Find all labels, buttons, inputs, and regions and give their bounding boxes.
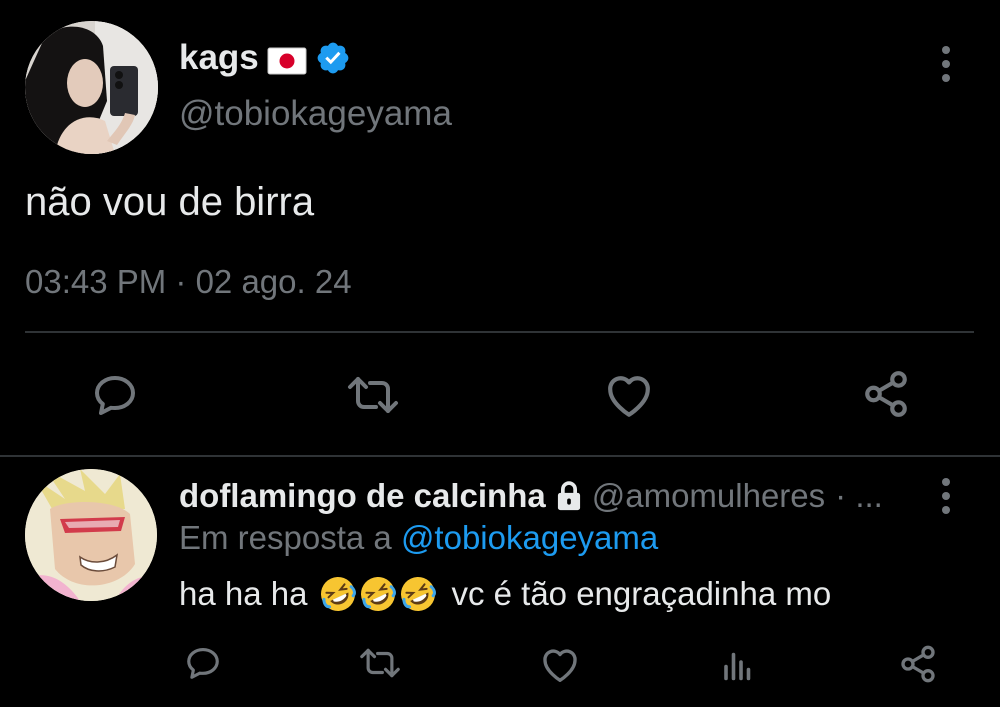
tweet-more-menu-icon[interactable]	[940, 46, 952, 82]
reply-icon[interactable]	[90, 370, 140, 420]
author-name-row[interactable]: kags	[179, 38, 351, 78]
verified-badge-icon	[315, 40, 351, 76]
divider	[25, 331, 974, 333]
tweet-detail-screen: kags @tobiokageyama não vou de birra 03:…	[0, 0, 1000, 707]
rofl-emoji	[399, 575, 437, 613]
tweet-timestamp[interactable]: 03:43 PM · 02 ago. 24	[25, 263, 352, 301]
replying-to-line: Em resposta a @tobiokageyama	[179, 519, 658, 557]
author-avatar[interactable]	[25, 21, 158, 154]
reply-author-handle[interactable]: @amomulheres	[592, 477, 825, 515]
reply-header-row: doflamingo de calcinha @amomulheres · ..…	[179, 477, 883, 515]
reply-meta-separator: · ...	[835, 477, 883, 514]
analytics-icon[interactable]	[718, 645, 758, 685]
reply-author-display-name[interactable]: doflamingo de calcinha	[179, 477, 546, 515]
like-icon[interactable]	[603, 370, 655, 420]
rofl-emoji	[359, 575, 397, 613]
author-display-name[interactable]: kags	[179, 38, 259, 78]
author-handle[interactable]: @tobiokageyama	[179, 94, 452, 134]
retweet-icon[interactable]	[343, 370, 403, 420]
reply-like-icon[interactable]	[539, 644, 581, 684]
tweet-text: não vou de birra	[25, 180, 315, 224]
replying-to-mention[interactable]: @tobiokageyama	[401, 519, 658, 556]
reply-text-start: ha ha ha	[179, 575, 308, 612]
japan-flag-icon	[267, 44, 307, 75]
reply-retweet-icon[interactable]	[356, 643, 404, 683]
reply-reply-icon[interactable]	[183, 643, 223, 683]
reply-author-avatar[interactable]	[25, 469, 157, 601]
reply-more-menu-icon[interactable]	[940, 478, 952, 514]
reply-text-end: vc é tão engraçadinha mo	[451, 575, 832, 612]
lock-icon	[554, 480, 584, 512]
emoji-group	[319, 575, 437, 613]
reply-text: ha ha ha vc é tão engraçadinha mo	[179, 575, 831, 613]
replying-to-prefix: Em resposta a	[179, 519, 392, 556]
section-divider	[0, 455, 1000, 457]
reply-share-icon[interactable]	[897, 643, 939, 685]
rofl-emoji	[319, 575, 357, 613]
share-icon[interactable]	[860, 368, 912, 420]
